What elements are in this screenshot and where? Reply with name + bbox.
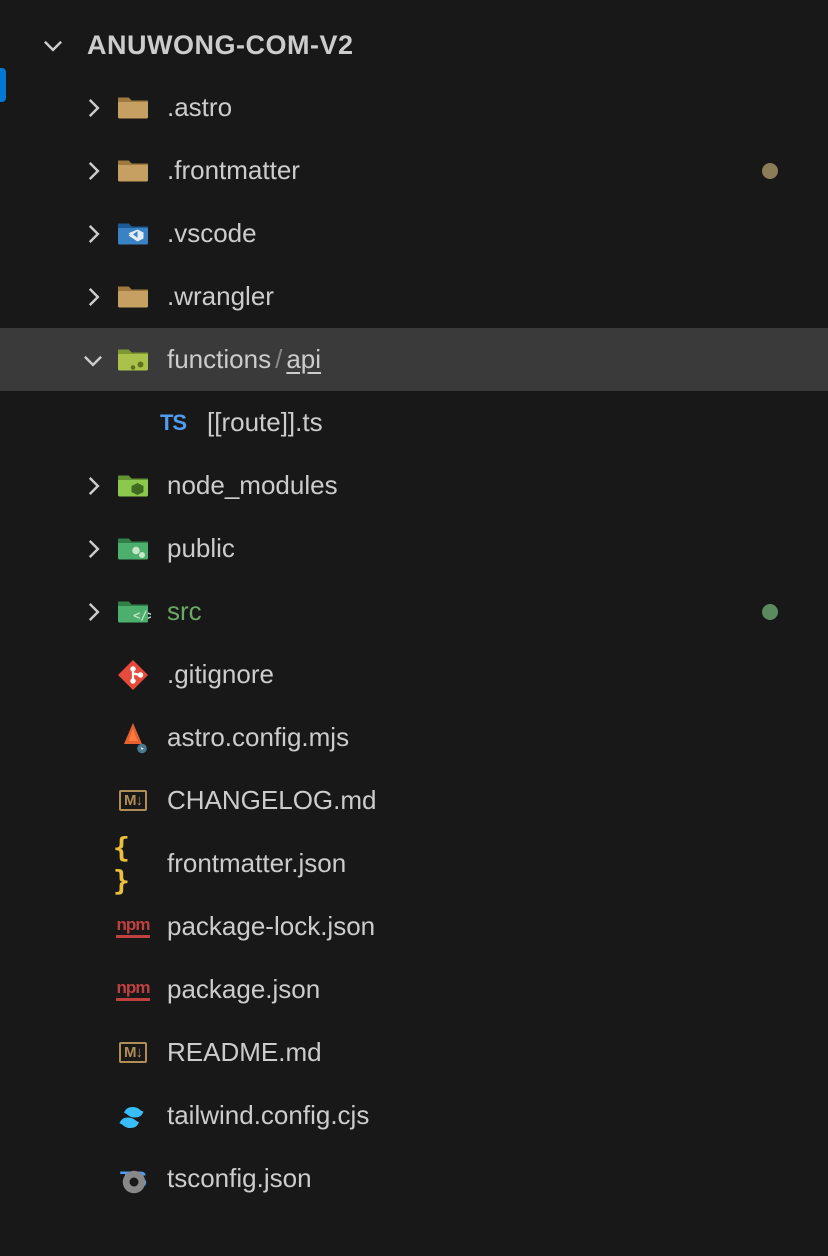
folder-functions-icon bbox=[113, 340, 153, 380]
folder-vscode-icon bbox=[113, 214, 153, 254]
ts-gear-icon: TS bbox=[113, 1159, 153, 1199]
folder-label: src bbox=[167, 596, 202, 627]
folder-label: .vscode bbox=[167, 218, 257, 249]
status-dot-icon bbox=[762, 604, 778, 620]
chevron-right-icon bbox=[73, 158, 113, 184]
folder-label: node_modules bbox=[167, 470, 338, 501]
git-icon bbox=[113, 655, 153, 695]
file-package-json[interactable]: npm package.json bbox=[33, 958, 828, 1021]
ts-icon: TS bbox=[153, 403, 193, 443]
md-icon: M↓ bbox=[113, 781, 153, 821]
folder-node-modules[interactable]: node_modules bbox=[33, 454, 828, 517]
chevron-down-icon bbox=[33, 32, 73, 58]
file-label: astro.config.mjs bbox=[167, 722, 349, 753]
file--route-ts[interactable]: TS [[route]].ts bbox=[33, 391, 828, 454]
file-tsconfig-json[interactable]: TS tsconfig.json bbox=[33, 1147, 828, 1210]
status-dot-icon bbox=[762, 163, 778, 179]
folder-src[interactable]: </> src bbox=[33, 580, 828, 643]
file-label: package.json bbox=[167, 974, 320, 1005]
folder-src-icon: </> bbox=[113, 592, 153, 632]
astro-icon bbox=[113, 718, 153, 758]
root-folder-name: ANUWONG-COM-V2 bbox=[87, 30, 353, 61]
folder-label: .frontmatter bbox=[167, 155, 300, 186]
file-label: frontmatter.json bbox=[167, 848, 346, 879]
file-tree: .astro .frontmatter .vscode .wrangler functi… bbox=[33, 72, 828, 1210]
file-changelog-md[interactable]: M↓ CHANGELOG.md bbox=[33, 769, 828, 832]
chevron-right-icon bbox=[73, 221, 113, 247]
folder-public-icon bbox=[113, 529, 153, 569]
folder-functions-api[interactable]: functions/api bbox=[0, 328, 828, 391]
folder-node-icon bbox=[113, 466, 153, 506]
chevron-down-icon bbox=[73, 347, 113, 373]
file-frontmatter-json[interactable]: { } frontmatter.json bbox=[33, 832, 828, 895]
file-label: .gitignore bbox=[167, 659, 274, 690]
folder-label: public bbox=[167, 533, 235, 564]
root-folder-header[interactable]: ANUWONG-COM-V2 bbox=[33, 18, 828, 72]
folder-tan-icon bbox=[113, 277, 153, 317]
file--gitignore[interactable]: .gitignore bbox=[33, 643, 828, 706]
file-tailwind-config-cjs[interactable]: tailwind.config.cjs bbox=[33, 1084, 828, 1147]
file-label: tsconfig.json bbox=[167, 1163, 312, 1194]
npm-icon: npm bbox=[113, 907, 153, 947]
file-label: package-lock.json bbox=[167, 911, 375, 942]
file-label: CHANGELOG.md bbox=[167, 785, 377, 816]
folder--wrangler[interactable]: .wrangler bbox=[33, 265, 828, 328]
json-curly-icon: { } bbox=[113, 844, 153, 884]
file-label: README.md bbox=[167, 1037, 322, 1068]
chevron-right-icon bbox=[73, 599, 113, 625]
file-astro-config-mjs[interactable]: astro.config.mjs bbox=[33, 706, 828, 769]
npm-icon: npm bbox=[113, 970, 153, 1010]
svg-text:</>: </> bbox=[133, 608, 151, 622]
folder-label: .astro bbox=[167, 92, 232, 123]
file-label: tailwind.config.cjs bbox=[167, 1100, 369, 1131]
file-explorer: ANUWONG-COM-V2 .astro .frontmatter .vscode… bbox=[0, 0, 828, 1210]
file-label: [[route]].ts bbox=[207, 407, 323, 438]
folder-label: .wrangler bbox=[167, 281, 274, 312]
folder-tan-icon bbox=[113, 151, 153, 191]
folder--frontmatter[interactable]: .frontmatter bbox=[33, 139, 828, 202]
active-view-indicator bbox=[0, 68, 6, 102]
folder-label: functions/api bbox=[167, 344, 321, 375]
chevron-right-icon bbox=[73, 473, 113, 499]
tailwind-icon bbox=[113, 1096, 153, 1136]
folder--astro[interactable]: .astro bbox=[33, 76, 828, 139]
chevron-right-icon bbox=[73, 95, 113, 121]
file-readme-md[interactable]: M↓ README.md bbox=[33, 1021, 828, 1084]
folder-public[interactable]: public bbox=[33, 517, 828, 580]
folder-tan-icon bbox=[113, 88, 153, 128]
folder--vscode[interactable]: .vscode bbox=[33, 202, 828, 265]
chevron-right-icon bbox=[73, 536, 113, 562]
md-icon: M↓ bbox=[113, 1033, 153, 1073]
file-package-lock-json[interactable]: npm package-lock.json bbox=[33, 895, 828, 958]
chevron-right-icon bbox=[73, 284, 113, 310]
